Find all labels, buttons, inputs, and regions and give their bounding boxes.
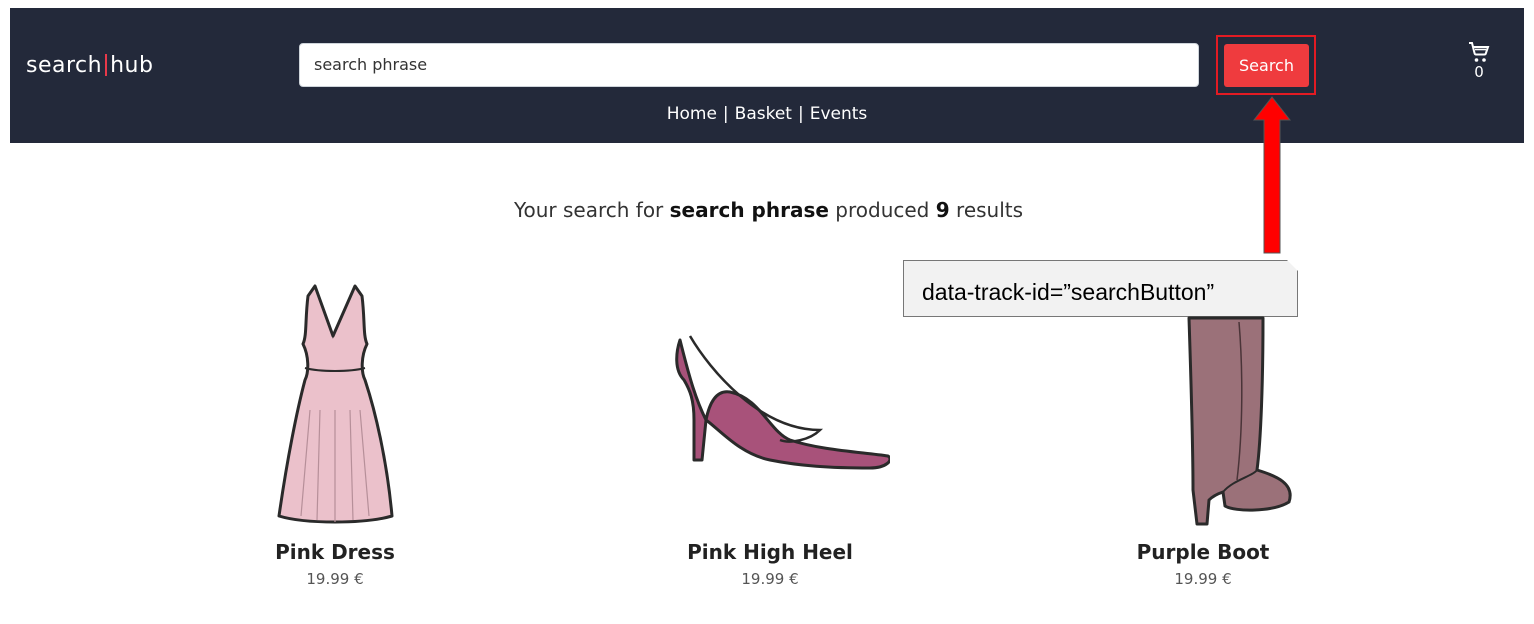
results-prefix: Your search for (513, 198, 664, 222)
nav-events-link[interactable]: Events (810, 104, 868, 124)
pink-high-heel-image (675, 335, 890, 470)
cart-button[interactable]: 0 (1462, 40, 1496, 80)
product-price: 19.99 € (306, 570, 364, 588)
pink-dress-image (277, 284, 394, 524)
cart-count: 0 (1474, 63, 1484, 81)
cart-icon (1469, 42, 1490, 62)
nav-separator: | (722, 104, 729, 124)
logo-text-right: hub (110, 53, 154, 78)
product-price: 19.99 € (741, 570, 799, 588)
results-count: 9 (935, 198, 950, 222)
product-name[interactable]: Pink Dress (205, 540, 465, 564)
product-card[interactable]: Purple Boot 19.99 € (1073, 280, 1333, 600)
product-card[interactable]: Pink High Heel 19.99 € (640, 280, 900, 600)
results-middle: produced (835, 198, 930, 222)
product-card[interactable]: Pink Dress 19.99 € (205, 280, 465, 600)
callout-fold (1287, 260, 1298, 271)
nav-separator: | (797, 104, 804, 124)
logo-divider (105, 54, 108, 76)
search-input[interactable]: search phrase (299, 43, 1199, 87)
results-suffix: results (956, 198, 1024, 222)
purple-boot-image (1187, 316, 1292, 526)
nav-home-link[interactable]: Home (667, 104, 717, 124)
results-summary: Your search for search phrase produced 9… (0, 198, 1534, 222)
search-button[interactable]: Search (1224, 44, 1309, 87)
annotation-arrow-icon (1252, 96, 1292, 254)
product-name[interactable]: Purple Boot (1073, 540, 1333, 564)
nav-basket-link[interactable]: Basket (735, 104, 792, 124)
results-query: search phrase (669, 198, 829, 222)
logo-text-left: search (26, 53, 103, 78)
product-name[interactable]: Pink High Heel (640, 540, 900, 564)
main-nav: Home | Basket | Events (10, 104, 1524, 124)
searchhub-logo[interactable]: search hub (26, 53, 153, 78)
header-bar: search hub search phrase Search 0 Home | Ba… (10, 8, 1524, 143)
product-price: 19.99 € (1174, 570, 1232, 588)
